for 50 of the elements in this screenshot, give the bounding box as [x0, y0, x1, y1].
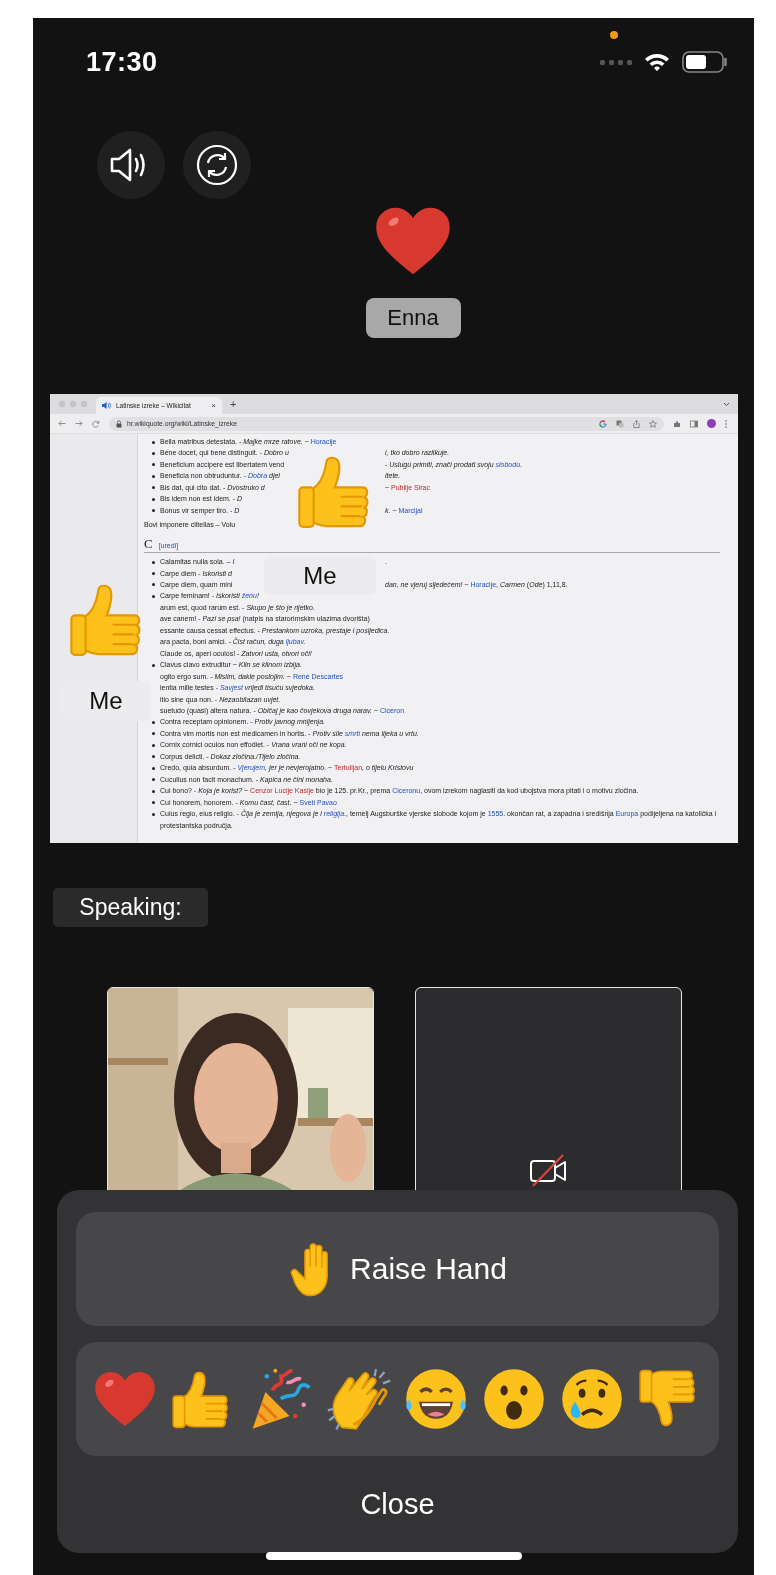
bullet-icon — [152, 560, 155, 564]
bullet-icon — [152, 572, 155, 576]
clock-time: 17:30 — [86, 46, 158, 78]
bullet-icon — [152, 743, 155, 747]
bullet-icon — [152, 766, 155, 770]
new-tab-button[interactable]: + — [230, 398, 237, 410]
profile-avatar-icon[interactable] — [707, 419, 716, 428]
sidebar-icon[interactable] — [690, 419, 698, 428]
bullet-icon — [152, 778, 155, 782]
bullet-icon — [152, 812, 155, 816]
camera-off-icon — [528, 1153, 569, 1187]
forward-icon[interactable] — [75, 420, 83, 427]
bullet-icon — [152, 497, 155, 501]
lock-icon — [116, 419, 122, 428]
google-icon[interactable] — [599, 419, 607, 428]
battery-icon — [682, 51, 728, 73]
back-icon[interactable] — [58, 420, 66, 427]
reload-icon[interactable] — [92, 419, 100, 428]
bullet-icon — [152, 463, 155, 467]
signal-icon — [600, 58, 632, 66]
close-tab-button[interactable]: × — [211, 401, 216, 410]
window-controls-icon — [58, 400, 88, 408]
close-button[interactable]: Close — [76, 1456, 719, 1553]
bullet-icon — [152, 451, 155, 455]
extensions-icon[interactable] — [673, 419, 681, 428]
bullet-icon — [152, 663, 155, 667]
chevron-down-icon — [723, 401, 730, 407]
bullet-icon — [152, 474, 155, 478]
bullet-icon — [152, 732, 155, 736]
section-heading: C — [144, 535, 153, 551]
bullet-icon — [152, 583, 155, 587]
participant-name-tag: Enna — [365, 298, 461, 338]
bullet-icon — [152, 720, 155, 724]
bullet-icon — [152, 440, 155, 444]
raise-hand-button[interactable]: Raise Hand — [76, 1212, 719, 1326]
translate-icon[interactable] — [616, 419, 624, 428]
camera-indicator-icon — [610, 31, 618, 39]
speaker-icon — [102, 402, 111, 409]
bullet-icon — [152, 801, 155, 805]
bullet-icon — [152, 789, 155, 793]
bullet-icon — [152, 509, 155, 513]
share-icon[interactable] — [633, 419, 640, 428]
wifi-icon — [644, 52, 670, 72]
bullet-icon — [152, 755, 155, 759]
name-tag: Me — [264, 557, 376, 595]
bullet-icon — [152, 594, 155, 598]
speaking-label: Speaking: — [53, 888, 208, 927]
star-icon[interactable] — [649, 419, 657, 428]
refresh-icon — [196, 144, 238, 186]
bullet-icon — [152, 486, 155, 490]
